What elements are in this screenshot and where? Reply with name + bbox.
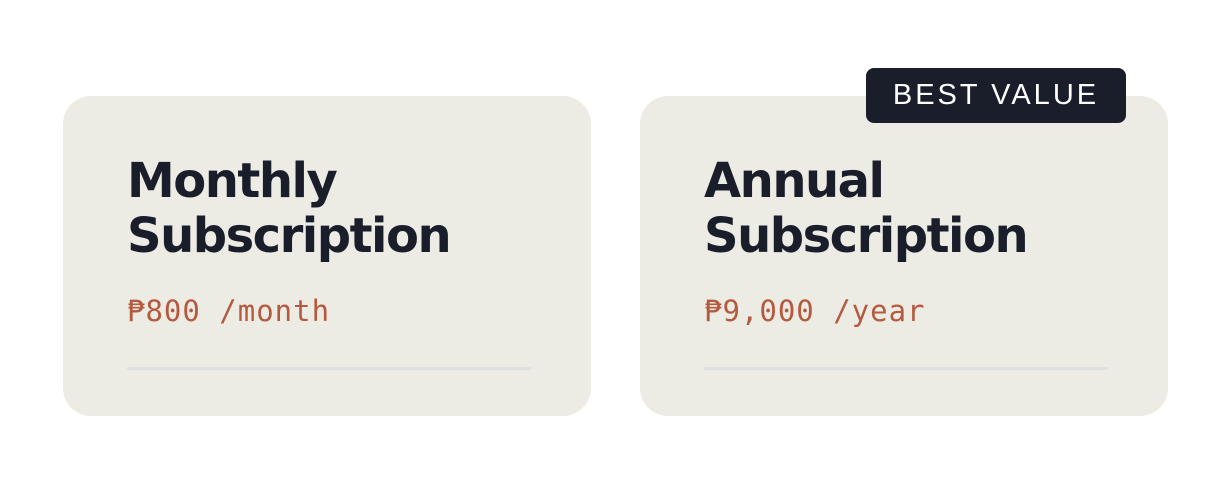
plan-title: Monthly Subscription	[127, 153, 452, 264]
card-divider	[127, 367, 531, 370]
plan-title: Annual Subscription	[704, 153, 1029, 264]
card-divider	[704, 367, 1108, 370]
subscription-plans: Monthly Subscription ₱800 /month Annual …	[0, 0, 1212, 486]
plan-card-monthly[interactable]: Monthly Subscription ₱800 /month	[63, 96, 591, 416]
plan-price: ₱800 /month	[127, 294, 331, 328]
plan-card-annual[interactable]: Annual Subscription ₱9,000 /year	[640, 96, 1168, 416]
best-value-badge: BEST VALUE	[866, 68, 1126, 123]
plan-price: ₱9,000 /year	[704, 294, 926, 328]
